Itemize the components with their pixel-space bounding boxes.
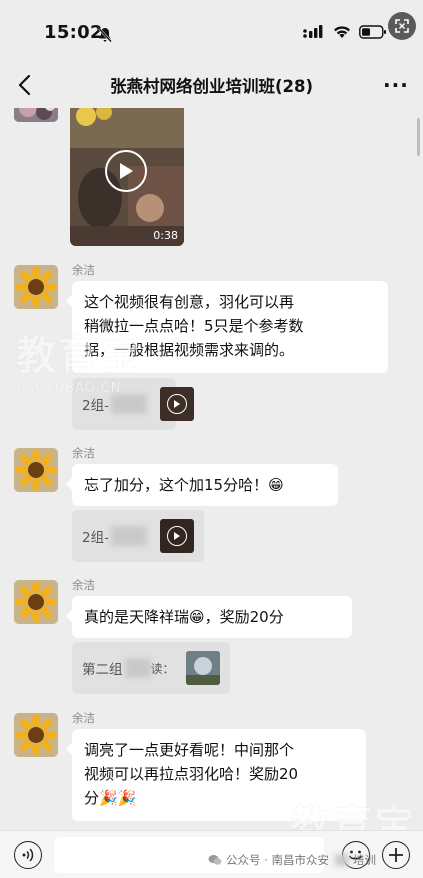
message-bubble[interactable]: 调亮了一点更好看呢！中间那个 视频可以再拉点羽化哈！奖励20 分🎉🎉 bbox=[66, 729, 366, 821]
more-options-button[interactable]: ··· bbox=[383, 73, 409, 97]
blurred-name bbox=[334, 854, 349, 866]
chat-scrollbar[interactable] bbox=[417, 118, 420, 156]
avatar[interactable] bbox=[14, 108, 58, 122]
battery-icon bbox=[359, 25, 386, 39]
message-line: 分🎉🎉 bbox=[84, 789, 137, 807]
video-play-button[interactable] bbox=[105, 150, 147, 192]
source-tag: 公众号 · 南昌市众安 培训 bbox=[208, 852, 376, 868]
status-time: 15:02 bbox=[44, 22, 103, 43]
message-line: 视频可以再拉点羽化哈！奖励20 bbox=[84, 765, 299, 783]
signal-icon bbox=[303, 25, 323, 38]
play-icon bbox=[167, 526, 187, 546]
sunflower-avatar-icon bbox=[14, 713, 58, 757]
quoted-message[interactable]: 2组- bbox=[72, 510, 204, 562]
quote-label: 2组- bbox=[82, 530, 109, 546]
message-bubble[interactable]: 忘了加分，这个加15分哈！😁 bbox=[66, 464, 338, 506]
source-text: 公众号 · 南昌市众安 bbox=[226, 853, 329, 867]
message-line: 这个视频很有创意，羽化可以再 bbox=[84, 293, 295, 311]
quote-label: 2组- bbox=[82, 398, 109, 414]
quote-suffix: 读： bbox=[150, 661, 175, 676]
mute-bell-icon bbox=[98, 27, 112, 43]
avatar[interactable] bbox=[14, 448, 58, 492]
message-bubble[interactable]: 真的是天降祥瑞😁，奖励20分 bbox=[66, 596, 352, 638]
wifi-icon bbox=[334, 26, 350, 38]
avatar[interactable] bbox=[14, 580, 58, 624]
quote-video-thumbnail[interactable] bbox=[160, 387, 194, 421]
chat-header: 张燕村网络创业培训班(28) ··· bbox=[0, 62, 423, 108]
message-line: 据，一般根据视频需求来调的。 bbox=[84, 341, 295, 359]
sunflower-avatar-icon bbox=[14, 265, 58, 309]
avatar[interactable] bbox=[14, 265, 58, 309]
play-icon bbox=[120, 163, 133, 179]
sunflower-avatar-icon bbox=[14, 448, 58, 492]
status-indicators bbox=[303, 25, 387, 39]
plus-button[interactable] bbox=[382, 841, 410, 869]
sunflower-avatar-icon bbox=[14, 580, 58, 624]
sender-name: 余洁 bbox=[72, 711, 95, 725]
message-line: 稍微拉一点点哈！5只是个参考数 bbox=[84, 317, 304, 335]
sender-name: 余洁 bbox=[72, 578, 95, 592]
status-bar: 15:02 bbox=[0, 0, 423, 62]
chat-message-list[interactable]: 0:38 余洁 这个视频很有创意，羽化可以再 稍微拉一点点哈！5只是个参考数 据… bbox=[0, 108, 423, 830]
message-bubble[interactable]: 这个视频很有创意，羽化可以再 稍微拉一点点哈！5只是个参考数 据，一般根据视频需… bbox=[66, 281, 388, 373]
avatar[interactable] bbox=[14, 713, 58, 757]
quoted-message[interactable]: 2组- bbox=[72, 378, 194, 430]
message-line: 调亮了一点更好看呢！中间那个 bbox=[84, 741, 295, 759]
quoted-message[interactable]: 第二组 读： bbox=[72, 642, 230, 694]
play-icon bbox=[167, 394, 187, 414]
chat-title: 张燕村网络创业培训班(28) bbox=[109, 77, 314, 96]
sender-name: 余洁 bbox=[72, 263, 95, 277]
blurred-name bbox=[110, 394, 147, 414]
quote-label: 第二组 bbox=[82, 662, 123, 678]
video-message[interactable]: 0:38 bbox=[70, 108, 184, 246]
quote-video-thumbnail[interactable] bbox=[186, 651, 220, 685]
wechat-icon bbox=[208, 855, 222, 865]
plus-icon bbox=[389, 848, 403, 862]
voice-input-button[interactable] bbox=[14, 841, 42, 869]
screen-record-button[interactable] bbox=[388, 12, 416, 40]
source-suffix: 培训 bbox=[352, 853, 376, 867]
quote-video-thumbnail[interactable] bbox=[160, 519, 194, 553]
blurred-name bbox=[110, 526, 147, 546]
video-duration: 0:38 bbox=[153, 229, 178, 242]
sender-name: 余洁 bbox=[72, 446, 95, 460]
expand-icon bbox=[395, 19, 409, 33]
voice-icon bbox=[22, 848, 34, 862]
blurred-name bbox=[124, 658, 151, 678]
